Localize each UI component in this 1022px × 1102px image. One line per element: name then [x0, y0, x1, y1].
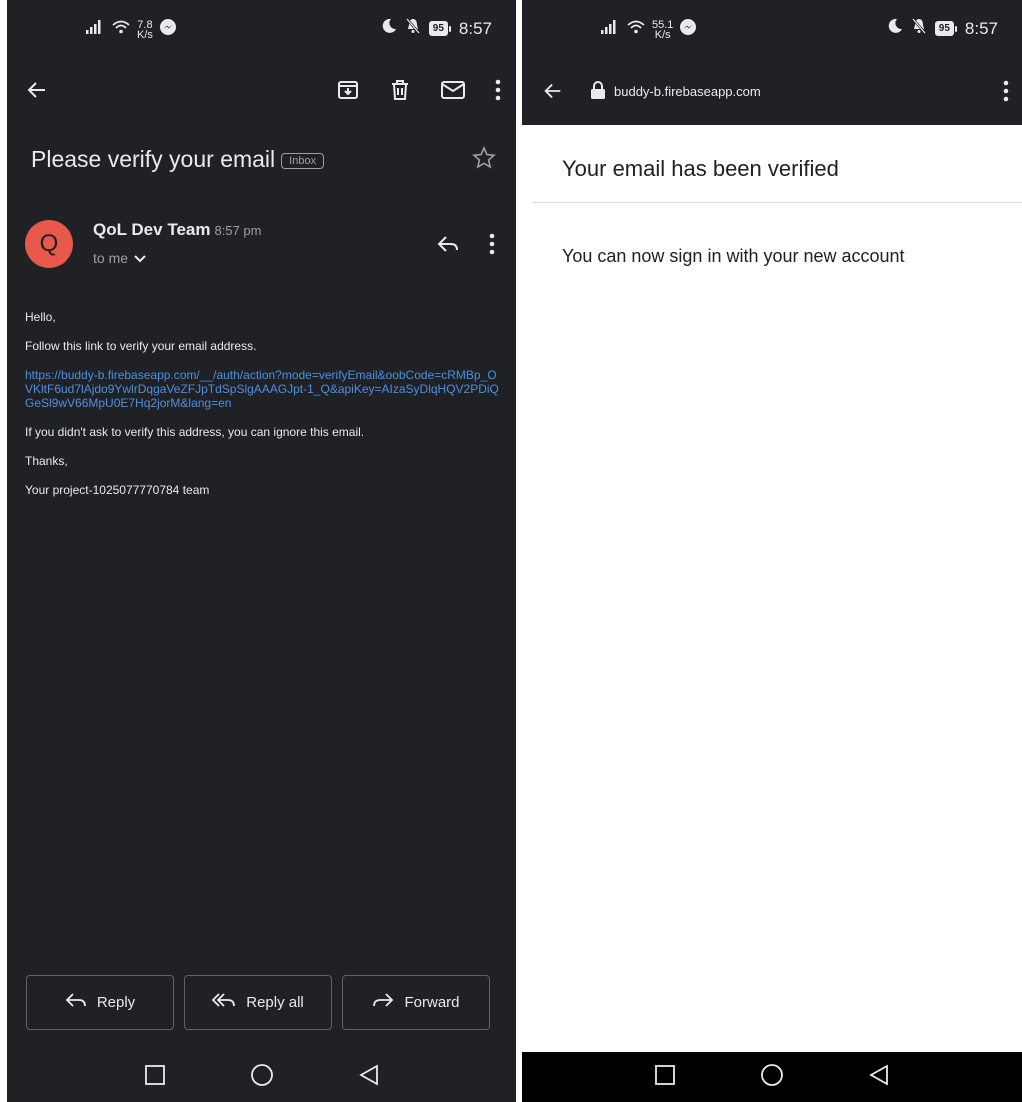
reply-label: Reply [96, 994, 136, 1011]
wifi-icon [111, 19, 131, 40]
forward-icon [372, 991, 394, 1015]
delete-icon[interactable] [388, 78, 412, 107]
moon-icon [887, 18, 903, 39]
recent-apps-icon[interactable] [144, 1064, 166, 1091]
home-icon[interactable] [250, 1063, 274, 1092]
reply-icon [65, 991, 87, 1015]
forward-label: Forward [404, 994, 460, 1011]
system-nav-bar [522, 1052, 1022, 1102]
speed-value: 7.8 [137, 18, 153, 31]
back-arrow-icon[interactable] [25, 78, 49, 107]
email-body: Hello, Follow this link to verify your e… [25, 310, 502, 512]
forward-button[interactable]: Forward [342, 975, 490, 1030]
moon-icon [381, 18, 397, 39]
email-subject: Please verify your email [31, 146, 276, 172]
sender-name-line: QoL Dev Team 8:57 pm [93, 220, 261, 240]
status-bar: 7.8 K/s 95 8:57 [7, 0, 516, 55]
battery-level: 95 [934, 21, 954, 36]
network-speed: 7.8 K/s [137, 18, 153, 41]
browser-screen: 55.1 K/s 95 8:57 buddy-b.firebaseapp.com… [522, 0, 1022, 1102]
clock: 8:57 [964, 18, 998, 38]
status-bar: 55.1 K/s 95 8:57 [522, 0, 1022, 55]
battery-icon: 95 [428, 21, 451, 36]
signal-icon [600, 19, 620, 40]
more-options-icon[interactable] [494, 78, 502, 107]
messenger-icon [679, 18, 697, 41]
email-time: 8:57 pm [214, 223, 262, 238]
mark-unread-icon[interactable] [440, 78, 466, 107]
back-triangle-icon[interactable] [358, 1063, 380, 1091]
speed-unit: K/s [654, 28, 671, 41]
url-text[interactable]: buddy-b.firebaseapp.com [614, 84, 761, 99]
chevron-down-icon [134, 250, 146, 266]
recipient-toggle[interactable]: to me [93, 250, 146, 266]
verification-message: You can now sign in with your new accoun… [562, 246, 905, 266]
verification-link[interactable]: https://buddy-b.firebaseapp.com/__/auth/… [25, 368, 502, 410]
sender-row: Q QoL Dev Team 8:57 pm to me [25, 218, 496, 274]
email-instruction: Follow this link to verify your email ad… [25, 339, 257, 353]
avatar[interactable]: Q [25, 220, 73, 268]
reply-all-label: Reply all [246, 994, 304, 1011]
battery-icon: 95 [934, 21, 957, 36]
lock-icon[interactable] [590, 80, 606, 105]
email-actions-bar: Reply Reply all Forward [26, 975, 490, 1030]
browser-menu-icon[interactable] [1002, 79, 1010, 108]
network-speed: 55.1 K/s [652, 18, 674, 41]
clock: 8:57 [458, 18, 492, 38]
archive-icon[interactable] [336, 78, 360, 107]
messenger-icon [159, 18, 177, 41]
home-icon[interactable] [760, 1063, 784, 1092]
sender-name: QoL Dev Team [93, 220, 211, 239]
recipient-label: to me [93, 250, 129, 266]
mute-bell-icon [405, 18, 421, 39]
reply-icon[interactable] [436, 232, 460, 261]
star-icon[interactable] [472, 146, 496, 175]
browser-url-bar: buddy-b.firebaseapp.com [522, 55, 1022, 125]
mute-bell-icon [911, 18, 927, 39]
recent-apps-icon[interactable] [654, 1064, 676, 1091]
email-greeting: Hello, [25, 310, 56, 324]
back-triangle-icon[interactable] [868, 1063, 890, 1091]
reply-all-button[interactable]: Reply all [184, 975, 332, 1030]
inbox-label-chip[interactable]: Inbox [281, 152, 325, 169]
email-toolbar [7, 70, 516, 114]
reply-all-icon [211, 991, 236, 1015]
email-thanks: Thanks, [25, 454, 68, 468]
email-subject-row: Please verify your email Inbox [31, 146, 496, 173]
divider [532, 202, 1022, 203]
gmail-screen: 7.8 K/s 95 8:57 Please verify your email… [7, 0, 516, 1102]
email-signature: Your project-1025077770784 team [25, 483, 210, 497]
speed-value: 55.1 [652, 18, 674, 31]
email-ignore-note: If you didn't ask to verify this address… [25, 425, 365, 439]
system-nav-bar [7, 1052, 516, 1102]
speed-unit: K/s [137, 28, 153, 41]
battery-level: 95 [428, 21, 448, 36]
back-arrow-icon[interactable] [542, 80, 564, 107]
page-title: Your email has been verified [562, 156, 839, 181]
signal-icon [85, 19, 105, 40]
reply-button[interactable]: Reply [26, 975, 174, 1030]
wifi-icon [626, 19, 646, 40]
more-options-icon[interactable] [488, 232, 496, 261]
